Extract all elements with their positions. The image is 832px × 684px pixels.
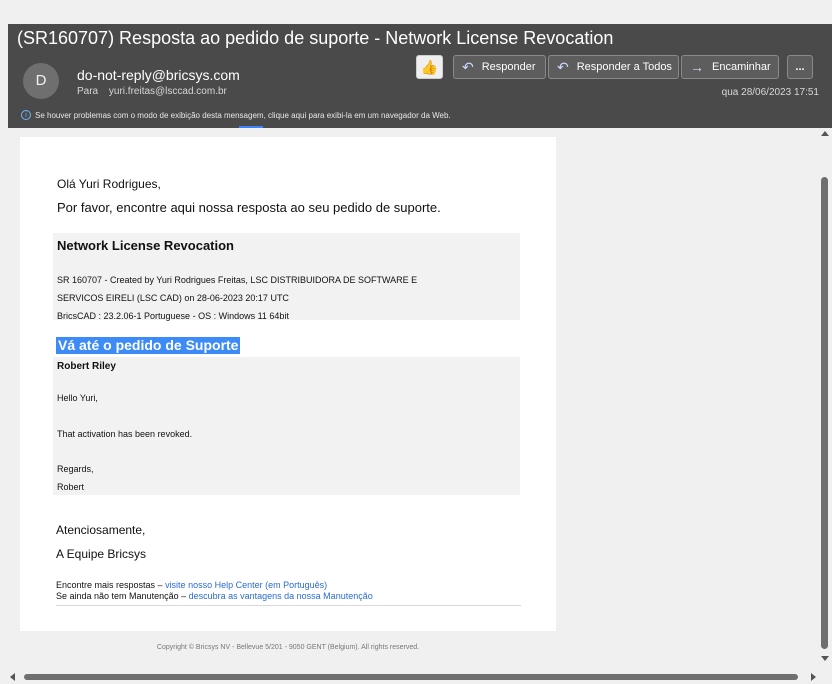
- like-button[interactable]: 👍: [416, 55, 443, 79]
- email-content: Olá Yuri Rodrigues, Por favor, encontre …: [20, 137, 556, 631]
- sender-address[interactable]: do-not-reply@bricsys.com: [77, 67, 240, 83]
- vertical-scroll-thumb[interactable]: [821, 177, 828, 649]
- reply-icon: ↶: [462, 59, 474, 75]
- sender-avatar[interactable]: D: [23, 63, 59, 99]
- help-center-row: Encontre mais respostas – visite nosso H…: [56, 580, 521, 591]
- reply-author: Robert Riley: [57, 361, 116, 372]
- recipient-address[interactable]: yuri.freitas@lsccad.com.br: [109, 86, 227, 97]
- more-icon: ...: [795, 61, 805, 73]
- info-icon: i: [21, 110, 31, 120]
- info-bar-text[interactable]: Se houver problemas com o modo de exibiç…: [35, 111, 451, 120]
- ticket-meta-line: BricsCAD : 23.2.06-1 Portuguese - OS : W…: [57, 311, 289, 321]
- help-center-prefix: Encontre mais respostas –: [56, 580, 166, 590]
- scroll-down-arrow-icon[interactable]: [821, 656, 829, 661]
- reply-label: Responder: [481, 61, 536, 73]
- greeting: Olá Yuri Rodrigues,: [57, 177, 161, 191]
- copyright-footer: Copyright © Bricsys NV - Bellevue 5/201 …: [156, 644, 420, 651]
- forward-label: Encaminhar: [712, 61, 771, 73]
- reply-button[interactable]: ↶ Responder: [453, 55, 546, 79]
- maintenance-row: Se ainda não tem Manutenção – descubra a…: [56, 591, 521, 602]
- ticket-meta: SR 160707 - Created by Yuri Rodrigues Fr…: [57, 271, 517, 325]
- message-header: (SR160707) Resposta ao pedido de suporte…: [8, 24, 832, 128]
- to-label: Para: [77, 86, 99, 97]
- go-to-request-link[interactable]: Vá até o pedido de Suporte: [56, 337, 241, 354]
- scroll-right-arrow-icon[interactable]: [811, 673, 816, 681]
- scroll-left-arrow-icon[interactable]: [10, 673, 15, 681]
- intro-text: Por favor, encontre aqui nossa resposta …: [57, 200, 441, 215]
- help-links: Encontre mais respostas – visite nosso H…: [56, 580, 521, 606]
- ticket-meta-line: SR 160707 - Created by Yuri Rodrigues Fr…: [57, 275, 418, 285]
- ticket-card: Network License Revocation SR 160707 - C…: [53, 233, 520, 321]
- reply-all-icon: ↶: [557, 59, 569, 75]
- maintenance-prefix: Se ainda não tem Manutenção –: [56, 591, 189, 601]
- reply-line: Robert: [57, 482, 85, 492]
- more-actions-button[interactable]: ...: [787, 55, 813, 79]
- thumbs-up-icon: 👍: [420, 59, 439, 75]
- horizontal-scroll-thumb[interactable]: [24, 674, 798, 680]
- reply-line: Hello Yuri,: [57, 393, 98, 403]
- horizontal-scrollbar[interactable]: [8, 669, 818, 684]
- reply-line: Regards,: [57, 464, 94, 474]
- team-signature: A Equipe Bricsys: [56, 547, 147, 561]
- forward-icon: →: [690, 59, 704, 75]
- ticket-meta-line: SERVICOS EIRELI (LSC CAD) on 28-06-2023 …: [57, 293, 289, 303]
- closing: Atenciosamente,: [56, 523, 146, 537]
- help-center-link[interactable]: visite nosso Help Center (em Português): [165, 580, 327, 590]
- vertical-scrollbar[interactable]: [818, 128, 832, 669]
- subject-title: (SR160707) Resposta ao pedido de suporte…: [17, 28, 614, 48]
- maintenance-link[interactable]: descubra as vantagens da nossa Manutençã…: [189, 591, 373, 601]
- message-body-pane: Olá Yuri Rodrigues, Por favor, encontre …: [8, 128, 818, 669]
- divider: [56, 605, 521, 606]
- forward-button[interactable]: → Encaminhar: [681, 55, 779, 79]
- reply-all-button[interactable]: ↶ Responder a Todos: [548, 55, 679, 79]
- reply-all-label: Responder a Todos: [576, 61, 672, 73]
- info-bar[interactable]: i Se houver problemas com o modo de exib…: [21, 110, 451, 120]
- message-date: qua 28/06/2023 17:51: [721, 87, 819, 98]
- scroll-up-arrow-icon[interactable]: [821, 131, 829, 136]
- reply-line: That activation has been revoked.: [57, 429, 193, 439]
- ticket-title: Network License Revocation: [57, 238, 234, 253]
- recipient-row: Para yuri.freitas@lsccad.com.br: [77, 86, 227, 97]
- reply-card: Robert Riley Hello Yuri, That activation…: [53, 357, 520, 495]
